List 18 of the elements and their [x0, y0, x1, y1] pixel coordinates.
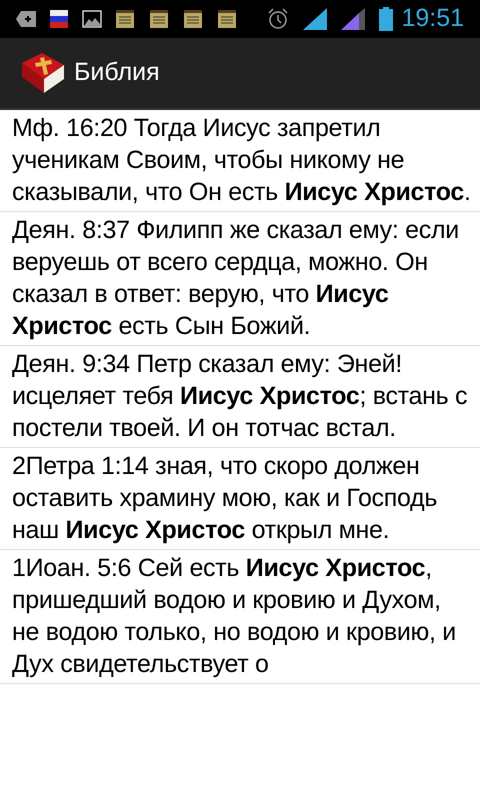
verse-text[interactable]: Деян. 9:34 Петр сказал ему: Эней! исцеляет тебя Иисус Христос; встань с постели твоей. И он тотчас встал.: [12, 348, 474, 444]
note-icon: [116, 10, 134, 28]
verse-text[interactable]: Мф. 16:20 Тогда Иисус запретил ученикам Своим, чтобы никому не сказывали, что Он есть Иисус Христос.: [12, 112, 474, 208]
note-icon: [184, 10, 202, 28]
signal-icon: [341, 8, 366, 30]
flag-icon: [50, 10, 68, 28]
image-icon: [82, 10, 102, 28]
add-icon: [16, 11, 36, 27]
app-title: Библия: [74, 57, 160, 88]
signal-icon: [303, 8, 328, 30]
verse-text[interactable]: 1Иоан. 5:6 Сей есть Иисус Христос, пришедший водою и кровию и Духом, не водою только, но водою и кровию, и Дух свидетельствует о: [12, 552, 474, 680]
verse-text[interactable]: 2Петра 1:14 зная, что скоро должен оставить храмину мою, как и Господь наш Иисус Христос открыл мне.: [12, 450, 474, 546]
clock-time: 19:51: [401, 3, 464, 34]
alarm-icon: [267, 8, 290, 30]
note-icon: [218, 10, 236, 28]
battery-icon: [379, 7, 394, 31]
note-icon: [150, 10, 168, 28]
verse-text[interactable]: Деян. 8:37 Филипп же сказал ему: если веруешь от всего сердца, можно. Он сказал в ответ: верую, что Иисус Христос есть Сын Божий.: [12, 214, 474, 342]
